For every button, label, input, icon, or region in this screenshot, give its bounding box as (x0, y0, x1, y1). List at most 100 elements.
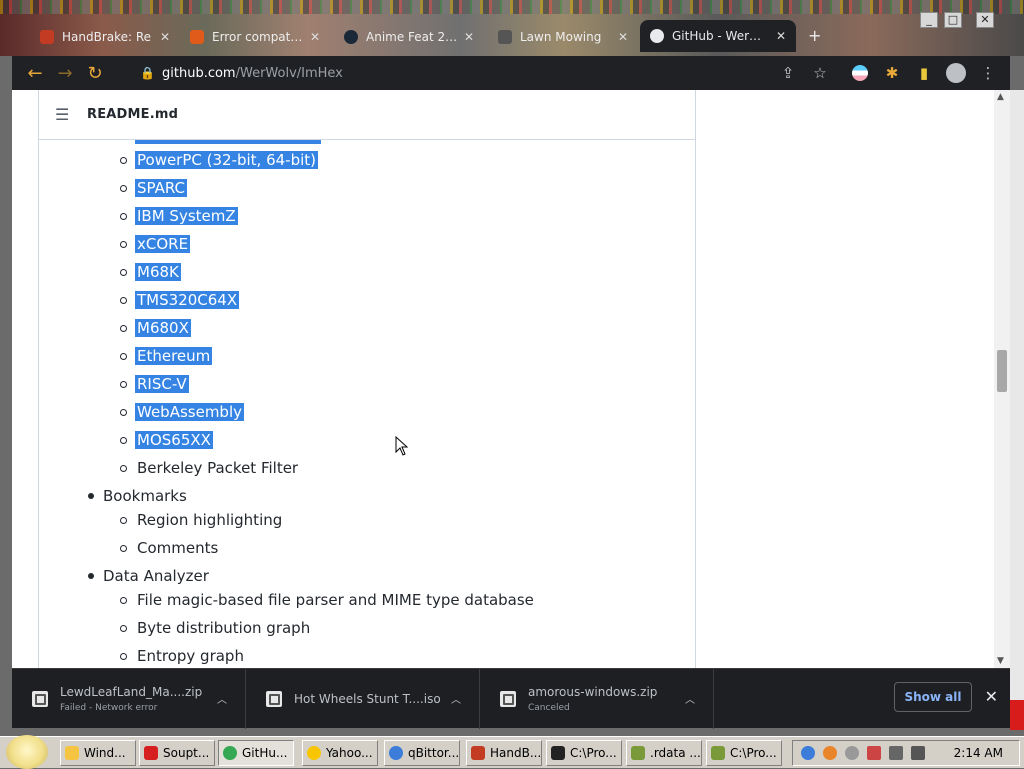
tab-steam[interactable]: Anime Feat 2 of ✕ (334, 24, 484, 50)
qbittorrent-tray-icon[interactable] (801, 746, 815, 760)
browser-tab-strip: HandBrake: Re ✕ Error compatibility ✕ An… (0, 0, 1024, 56)
chevron-up-icon[interactable]: ︿ (445, 691, 467, 706)
bookmarks-heading: Bookmarks (88, 487, 187, 505)
page-icon (190, 30, 204, 44)
github-icon (650, 29, 664, 43)
taskbar-button[interactable]: qBittor... (384, 740, 460, 766)
tab-error[interactable]: Error compatibility ✕ (180, 24, 330, 50)
list-item: RISC-V (120, 375, 189, 393)
list-item: SPARC (119, 179, 188, 197)
tab-lawn[interactable]: Lawn Mowing ✕ (488, 24, 638, 50)
close-icon[interactable]: ✕ (618, 30, 628, 44)
download-shelf: LewdLeafLand_Ma....zip Failed - Network … (12, 668, 1010, 729)
list-item: Byte distribution graph (119, 619, 311, 637)
minimize-button[interactable]: _ (920, 12, 938, 28)
windows-taskbar: Wind... Soupt... GitHu... Yahoo... qBitt… (0, 735, 1024, 769)
taskbar-button[interactable]: Yahoo... (302, 740, 378, 766)
close-icon[interactable]: ✕ (310, 30, 320, 44)
search-tray-icon[interactable] (823, 746, 837, 760)
taskbar-button[interactable]: Wind... (60, 740, 136, 766)
taskbar-button[interactable]: HandB... (466, 740, 542, 766)
forward-arrow-icon[interactable]: → (50, 58, 80, 88)
zip-file-icon (500, 690, 516, 707)
download-item[interactable]: amorous-windows.zip Canceled ︿ (480, 668, 714, 729)
list-item: MOS65XX (120, 431, 213, 449)
close-window-button[interactable]: ✕ (976, 12, 994, 28)
mouse-cursor-icon (395, 436, 409, 456)
taskbar-button[interactable]: C:\Pro... (546, 740, 622, 766)
list-item: Entropy graph (120, 647, 244, 665)
download-filename: amorous-windows.zip (528, 684, 658, 699)
volume-icon[interactable] (911, 746, 925, 760)
tab-github[interactable]: GitHub - WerWolv ✕ (640, 20, 796, 52)
scroll-down-arrow-icon[interactable]: ▼ (997, 656, 1004, 666)
tray-icon[interactable] (845, 746, 859, 760)
taskbar-button[interactable]: .rdata ... (626, 740, 702, 766)
7zip-icon (551, 746, 565, 760)
download-filename: LewdLeafLand_Ma....zip (60, 684, 203, 699)
chrome-icon (223, 746, 237, 760)
zip-file-icon (32, 690, 48, 707)
download-filename: Hot Wheels Stunt T....iso (294, 691, 441, 706)
notepad-icon (711, 746, 725, 760)
maximize-button[interactable]: □ (944, 12, 962, 28)
extensions-puzzle-icon[interactable]: ✱ (880, 61, 904, 85)
download-status: Failed - Network error (60, 702, 158, 713)
side-panel-icon[interactable]: ▮ (912, 61, 936, 85)
download-item[interactable]: LewdLeafLand_Ma....zip Failed - Network … (12, 668, 246, 729)
start-button[interactable] (6, 735, 48, 769)
list-item: Region highlighting (119, 511, 283, 529)
readme-header: ☰ README.md (39, 90, 695, 140)
document-icon (498, 30, 512, 44)
scroll-up-arrow-icon[interactable]: ▲ (997, 92, 1004, 102)
chevron-up-icon[interactable]: ︿ (679, 691, 701, 706)
tab-label: Lawn Mowing (520, 30, 602, 44)
browser-toolbar: ← → ↻ 🔒 github.com/WerWolv/ImHex ⇪ ☆ ✱ ▮… (12, 56, 1010, 90)
list-item: Comments (119, 539, 219, 557)
lock-icon[interactable]: 🔒 (140, 66, 155, 80)
document-icon (631, 746, 645, 760)
taskbar-button[interactable]: C:\Pro... (706, 740, 782, 766)
taskbar-button[interactable]: Soupt... (139, 740, 215, 766)
list-item: xCORE (119, 235, 191, 253)
close-icon[interactable]: ✕ (160, 30, 170, 44)
address-bar[interactable]: 🔒 github.com/WerWolv/ImHex (134, 59, 850, 87)
close-icon[interactable]: ✕ (985, 687, 998, 706)
tray-icon[interactable] (889, 746, 903, 760)
page-scrollbar[interactable]: ▲ ▼ (994, 90, 1010, 668)
scrollbar-thumb[interactable] (997, 350, 1007, 392)
tab-handbrake[interactable]: HandBrake: Re ✕ (30, 24, 180, 50)
handbrake-icon (471, 746, 485, 760)
profile-avatar-icon[interactable] (944, 61, 968, 85)
list-item: IBM SystemZ (120, 207, 238, 225)
download-item[interactable]: Hot Wheels Stunt T....iso ︿ (246, 668, 480, 729)
wallpaper-decoration (0, 0, 1024, 14)
list-item: TMS320C64X (119, 291, 240, 309)
taskbar-button-active[interactable]: GitHu... (218, 740, 294, 766)
list-item: WebAssembly (120, 403, 244, 421)
new-tab-button[interactable]: + (808, 26, 821, 45)
close-icon[interactable]: ✕ (464, 30, 474, 44)
tab-label: GitHub - WerWolv (672, 29, 770, 43)
back-arrow-icon[interactable]: ← (20, 58, 50, 88)
tab-label: HandBrake: Re (62, 30, 152, 44)
show-all-downloads-button[interactable]: Show all (894, 682, 972, 712)
background-window-red-element (1010, 700, 1024, 730)
close-icon[interactable]: ✕ (776, 29, 786, 43)
tab-label: Error compatibility (212, 30, 304, 44)
list-item: Berkeley Packet Filter (119, 459, 299, 477)
menu-kebab-icon[interactable]: ⋮ (976, 61, 1000, 85)
reload-icon[interactable]: ↻ (80, 58, 110, 88)
outline-list-icon[interactable]: ☰ (55, 105, 71, 124)
extension-flag-icon[interactable] (848, 61, 872, 85)
clock[interactable]: 2:14 AM (954, 746, 1003, 760)
steam-icon (344, 30, 358, 44)
handbrake-icon (40, 30, 54, 44)
network-icon[interactable] (867, 746, 881, 760)
bookmark-star-icon[interactable]: ☆ (808, 61, 832, 85)
share-icon[interactable]: ⇪ (776, 61, 800, 85)
messenger-icon (307, 746, 321, 760)
chevron-up-icon[interactable]: ︿ (211, 691, 233, 706)
web-page: ☰ README.md PowerPC (32-bit, 64-bit) SPA… (12, 90, 994, 668)
background-window-fragment (1010, 90, 1024, 730)
